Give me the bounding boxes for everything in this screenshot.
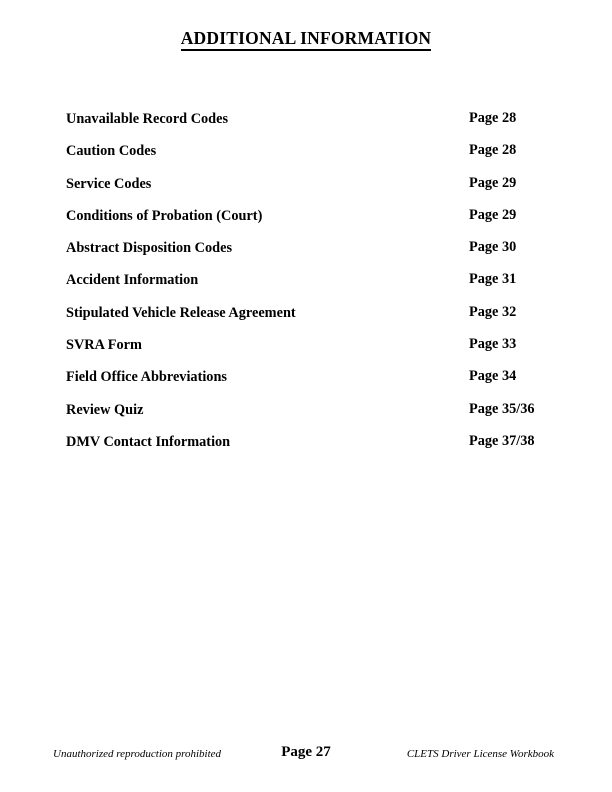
- footer-document-title: CLETS Driver License Workbook: [406, 748, 554, 760]
- toc-row[interactable]: Unavailable Record Codes Page 28: [66, 110, 552, 142]
- toc-row-inner: Review Quiz Page 35/36: [66, 401, 552, 419]
- toc-entry-label: SVRA Form: [66, 337, 142, 354]
- toc-entry-page: Page 33: [469, 336, 517, 353]
- page-title-container: ADDITIONAL INFORMATION: [0, 28, 612, 52]
- toc-entry-label: Abstract Disposition Codes: [66, 240, 233, 257]
- toc-row[interactable]: Field Office Abbreviations Page 34: [66, 368, 552, 400]
- toc-row-inner: SVRA Form Page 33: [66, 336, 552, 354]
- toc-row-inner: Abstract Disposition Codes Page 30: [66, 239, 552, 257]
- toc-entry-page: Page 32: [469, 303, 517, 320]
- toc-entry-label: Service Codes: [66, 175, 152, 192]
- toc-entry-label: Conditions of Probation (Court): [66, 207, 263, 224]
- toc-row-inner: DMV Contact Information Page 37/38: [66, 433, 552, 451]
- toc-row-inner: Conditions of Probation (Court) Page 29: [66, 207, 552, 225]
- toc-row[interactable]: Abstract Disposition Codes Page 30: [66, 239, 552, 271]
- toc-row[interactable]: Conditions of Probation (Court) Page 29: [66, 207, 552, 239]
- toc-row-inner: Unavailable Record Codes Page 28: [66, 110, 552, 128]
- toc-entry-page: Page 37/38: [469, 432, 535, 449]
- toc-entry-page: Page 35/36: [469, 400, 535, 417]
- toc-entry-label: DMV Contact Information: [66, 433, 231, 450]
- toc-entry-label: Review Quiz: [66, 401, 144, 418]
- toc-row-inner: Caution Codes Page 28: [66, 142, 552, 160]
- toc-row-inner: Stipulated Vehicle Release Agreement Page…: [66, 304, 552, 322]
- toc-entry-page: Page 30: [469, 239, 517, 256]
- toc-entry-page: Page 29: [469, 174, 517, 191]
- toc-row[interactable]: Review Quiz Page 35/36: [66, 401, 552, 433]
- page-footer: Unauthorized reproduction prohibited Pag…: [0, 744, 612, 774]
- toc-row-inner: Service Codes Page 29: [66, 175, 552, 193]
- toc-row[interactable]: DMV Contact Information Page 37/38: [66, 433, 552, 465]
- toc-entry-label: Unavailable Record Codes: [66, 111, 229, 127]
- toc-entry-page: Page 28: [469, 110, 517, 126]
- toc-row[interactable]: Accident Information Page 31: [66, 271, 552, 303]
- toc-row[interactable]: Service Codes Page 29: [66, 175, 552, 207]
- toc-entry-label: Accident Information: [66, 272, 199, 289]
- toc-entry-page: Page 31: [469, 271, 517, 288]
- toc-row-inner: Field Office Abbreviations Page 34: [66, 368, 552, 386]
- toc-entry-page: Page 29: [469, 206, 517, 223]
- toc-row[interactable]: Caution Codes Page 28: [66, 142, 552, 174]
- toc-entry-label: Stipulated Vehicle Release Agreement: [66, 304, 296, 321]
- toc-entry-label: Field Office Abbreviations: [66, 369, 227, 386]
- toc-entry-page: Page 28: [469, 142, 517, 159]
- toc-entry-label: Caution Codes: [66, 143, 157, 160]
- page-title: ADDITIONAL INFORMATION: [180, 28, 432, 52]
- table-of-contents-list: Unavailable Record Codes Page 28 Caution C…: [66, 110, 552, 465]
- toc-row[interactable]: Stipulated Vehicle Release Agreement Page…: [66, 304, 552, 336]
- toc-row-inner: Accident Information Page 31: [66, 271, 552, 289]
- document-page: ADDITIONAL INFORMATION Unavailable Recor…: [0, 0, 612, 792]
- toc-entry-page: Page 34: [469, 368, 517, 385]
- toc-row[interactable]: SVRA Form Page 33: [66, 336, 552, 368]
